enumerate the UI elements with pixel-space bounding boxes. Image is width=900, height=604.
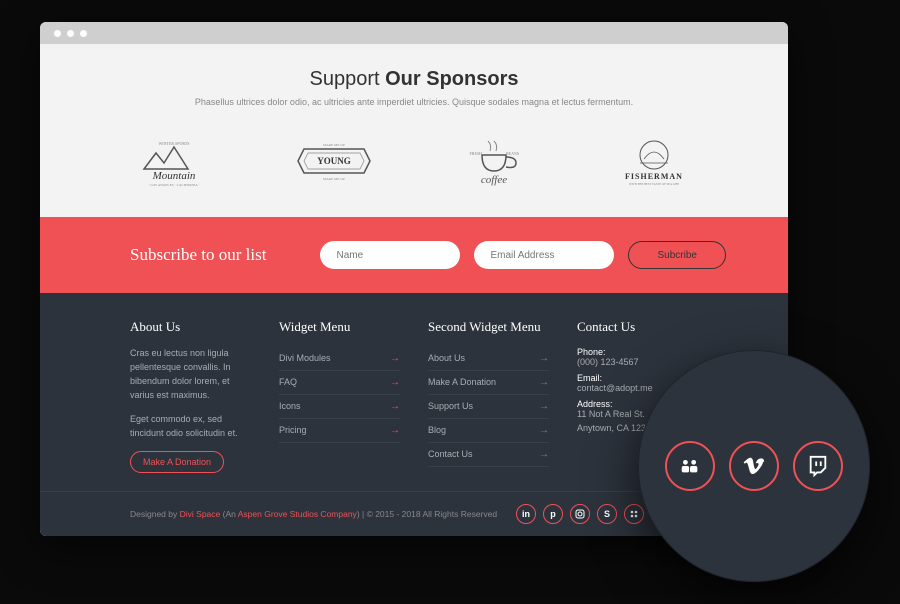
- about-heading: About Us: [130, 319, 251, 335]
- menu-item[interactable]: Blog →: [428, 419, 549, 443]
- menu-label: Pricing: [279, 425, 307, 436]
- arrow-icon: →: [539, 449, 549, 460]
- menu-label: Make A Donation: [428, 377, 496, 388]
- copyright-text: Designed by Divi Space (An Aspen Grove S…: [130, 509, 497, 519]
- widget-menu-column: Widget Menu Divi Modules → FAQ → Icons → Pr…: [279, 319, 400, 473]
- name-input[interactable]: [320, 241, 460, 269]
- linkedin-icon[interactable]: in: [516, 504, 536, 524]
- svg-text:YOUNG: YOUNG: [317, 156, 351, 166]
- twitch-icon[interactable]: [793, 441, 843, 491]
- arrow-icon: →: [539, 401, 549, 412]
- menu-label: Blog: [428, 425, 446, 436]
- menu-label: FAQ: [279, 377, 297, 388]
- menu-item[interactable]: Divi Modules →: [279, 347, 400, 371]
- browser-chrome: [40, 22, 788, 44]
- about-text-1: Cras eu lectus non ligula pellentesque c…: [130, 347, 251, 403]
- text: Designed by: [130, 509, 180, 519]
- divi-space-link[interactable]: Divi Space: [180, 509, 221, 519]
- zoom-callout: [638, 350, 870, 582]
- menu-item[interactable]: About Us →: [428, 347, 549, 371]
- second-widget-menu-heading: Second Widget Menu: [428, 319, 549, 335]
- instagram-icon[interactable]: [570, 504, 590, 524]
- arrow-icon: →: [539, 425, 549, 436]
- svg-text:FRESH: FRESH: [470, 151, 483, 156]
- menu-label: Divi Modules: [279, 353, 331, 364]
- menu-label: About Us: [428, 353, 465, 364]
- about-column: About Us Cras eu lectus non ligula pelle…: [130, 319, 251, 473]
- arrow-icon: →: [390, 377, 400, 388]
- arrow-icon: →: [539, 377, 549, 388]
- sponsor-logo-fisherman: FISHERMANWITH THE BEST TASTE OF SEA LIFE: [604, 133, 704, 189]
- svg-text:BEANS: BEANS: [506, 151, 519, 156]
- subscribe-heading: Subscribe to our list: [130, 245, 266, 265]
- svg-text:WITH THE BEST TASTE OF SEA LIF: WITH THE BEST TASTE OF SEA LIFE: [629, 182, 679, 186]
- group-icon[interactable]: [665, 441, 715, 491]
- menu-item[interactable]: FAQ →: [279, 371, 400, 395]
- menu-item[interactable]: Make A Donation →: [428, 371, 549, 395]
- subscribe-button[interactable]: Subcribe: [628, 241, 725, 269]
- arrow-icon: →: [390, 425, 400, 436]
- text: (An: [220, 509, 237, 519]
- menu-item[interactable]: Icons →: [279, 395, 400, 419]
- sponsors-section: Support Our Sponsors Phasellus ultrices …: [40, 44, 788, 217]
- group-icon[interactable]: [624, 504, 644, 524]
- svg-text:MAKE ME UP: MAKE ME UP: [323, 143, 345, 147]
- vimeo-icon[interactable]: [729, 441, 779, 491]
- sponsor-logo-young: YOUNG MAKE ME UP MAKE ME UP: [284, 133, 384, 189]
- svg-text:WINTER SPORTS: WINTER SPORTS: [159, 141, 190, 146]
- sponsor-logo-coffee: coffee FRESH BEANS: [444, 133, 544, 189]
- phone-value: (000) 123-4567: [577, 357, 698, 367]
- window-dot[interactable]: [67, 30, 74, 37]
- subscribe-bar: Subscribe to our list Subcribe: [40, 217, 788, 293]
- widget-menu-heading: Widget Menu: [279, 319, 400, 335]
- phone-label: Phone:: [577, 347, 698, 357]
- svg-text:coffee: coffee: [481, 174, 507, 186]
- menu-item[interactable]: Support Us →: [428, 395, 549, 419]
- donate-button[interactable]: Make A Donation: [130, 451, 224, 473]
- arrow-icon: →: [390, 353, 400, 364]
- svg-text:· LOS ANGELES · CALIFORNIA ·: · LOS ANGELES · CALIFORNIA ·: [148, 183, 199, 187]
- sponsors-heading: Support Our Sponsors: [40, 68, 788, 91]
- svg-text:FISHERMAN: FISHERMAN: [625, 172, 683, 181]
- svg-text:Mountain: Mountain: [152, 170, 196, 182]
- menu-label: Icons: [279, 401, 301, 412]
- window-dot[interactable]: [54, 30, 61, 37]
- menu-label: Support Us: [428, 401, 473, 412]
- sponsor-logo-mountain: Mountain WINTER SPORTS · LOS ANGELES · CAL…: [124, 133, 224, 189]
- menu-item[interactable]: Pricing →: [279, 419, 400, 443]
- menu-item[interactable]: Contact Us →: [428, 443, 549, 467]
- pinterest-icon[interactable]: p: [543, 504, 563, 524]
- heading-light: Support: [310, 68, 386, 90]
- email-input[interactable]: [474, 241, 614, 269]
- menu-label: Contact Us: [428, 449, 473, 460]
- second-widget-menu-column: Second Widget Menu About Us → Make A Dona…: [428, 319, 549, 473]
- heading-bold: Our Sponsors: [385, 68, 518, 90]
- aspen-grove-link[interactable]: Aspen Grove Studios Company: [238, 509, 357, 519]
- skype-icon[interactable]: S: [597, 504, 617, 524]
- about-text-2: Eget commodo ex, sed tincidunt odio soli…: [130, 413, 251, 441]
- contact-heading: Contact Us: [577, 319, 698, 335]
- arrow-icon: →: [390, 401, 400, 412]
- svg-text:MAKE ME UP: MAKE ME UP: [323, 177, 345, 181]
- window-dot[interactable]: [80, 30, 87, 37]
- text: ) | © 2015 - 2018 All Rights Reserved: [357, 509, 497, 519]
- sponsor-logos-row: Mountain WINTER SPORTS · LOS ANGELES · CAL…: [40, 133, 788, 189]
- arrow-icon: →: [539, 353, 549, 364]
- sponsors-subtitle: Phasellus ultrices dolor odio, ac ultric…: [40, 97, 788, 107]
